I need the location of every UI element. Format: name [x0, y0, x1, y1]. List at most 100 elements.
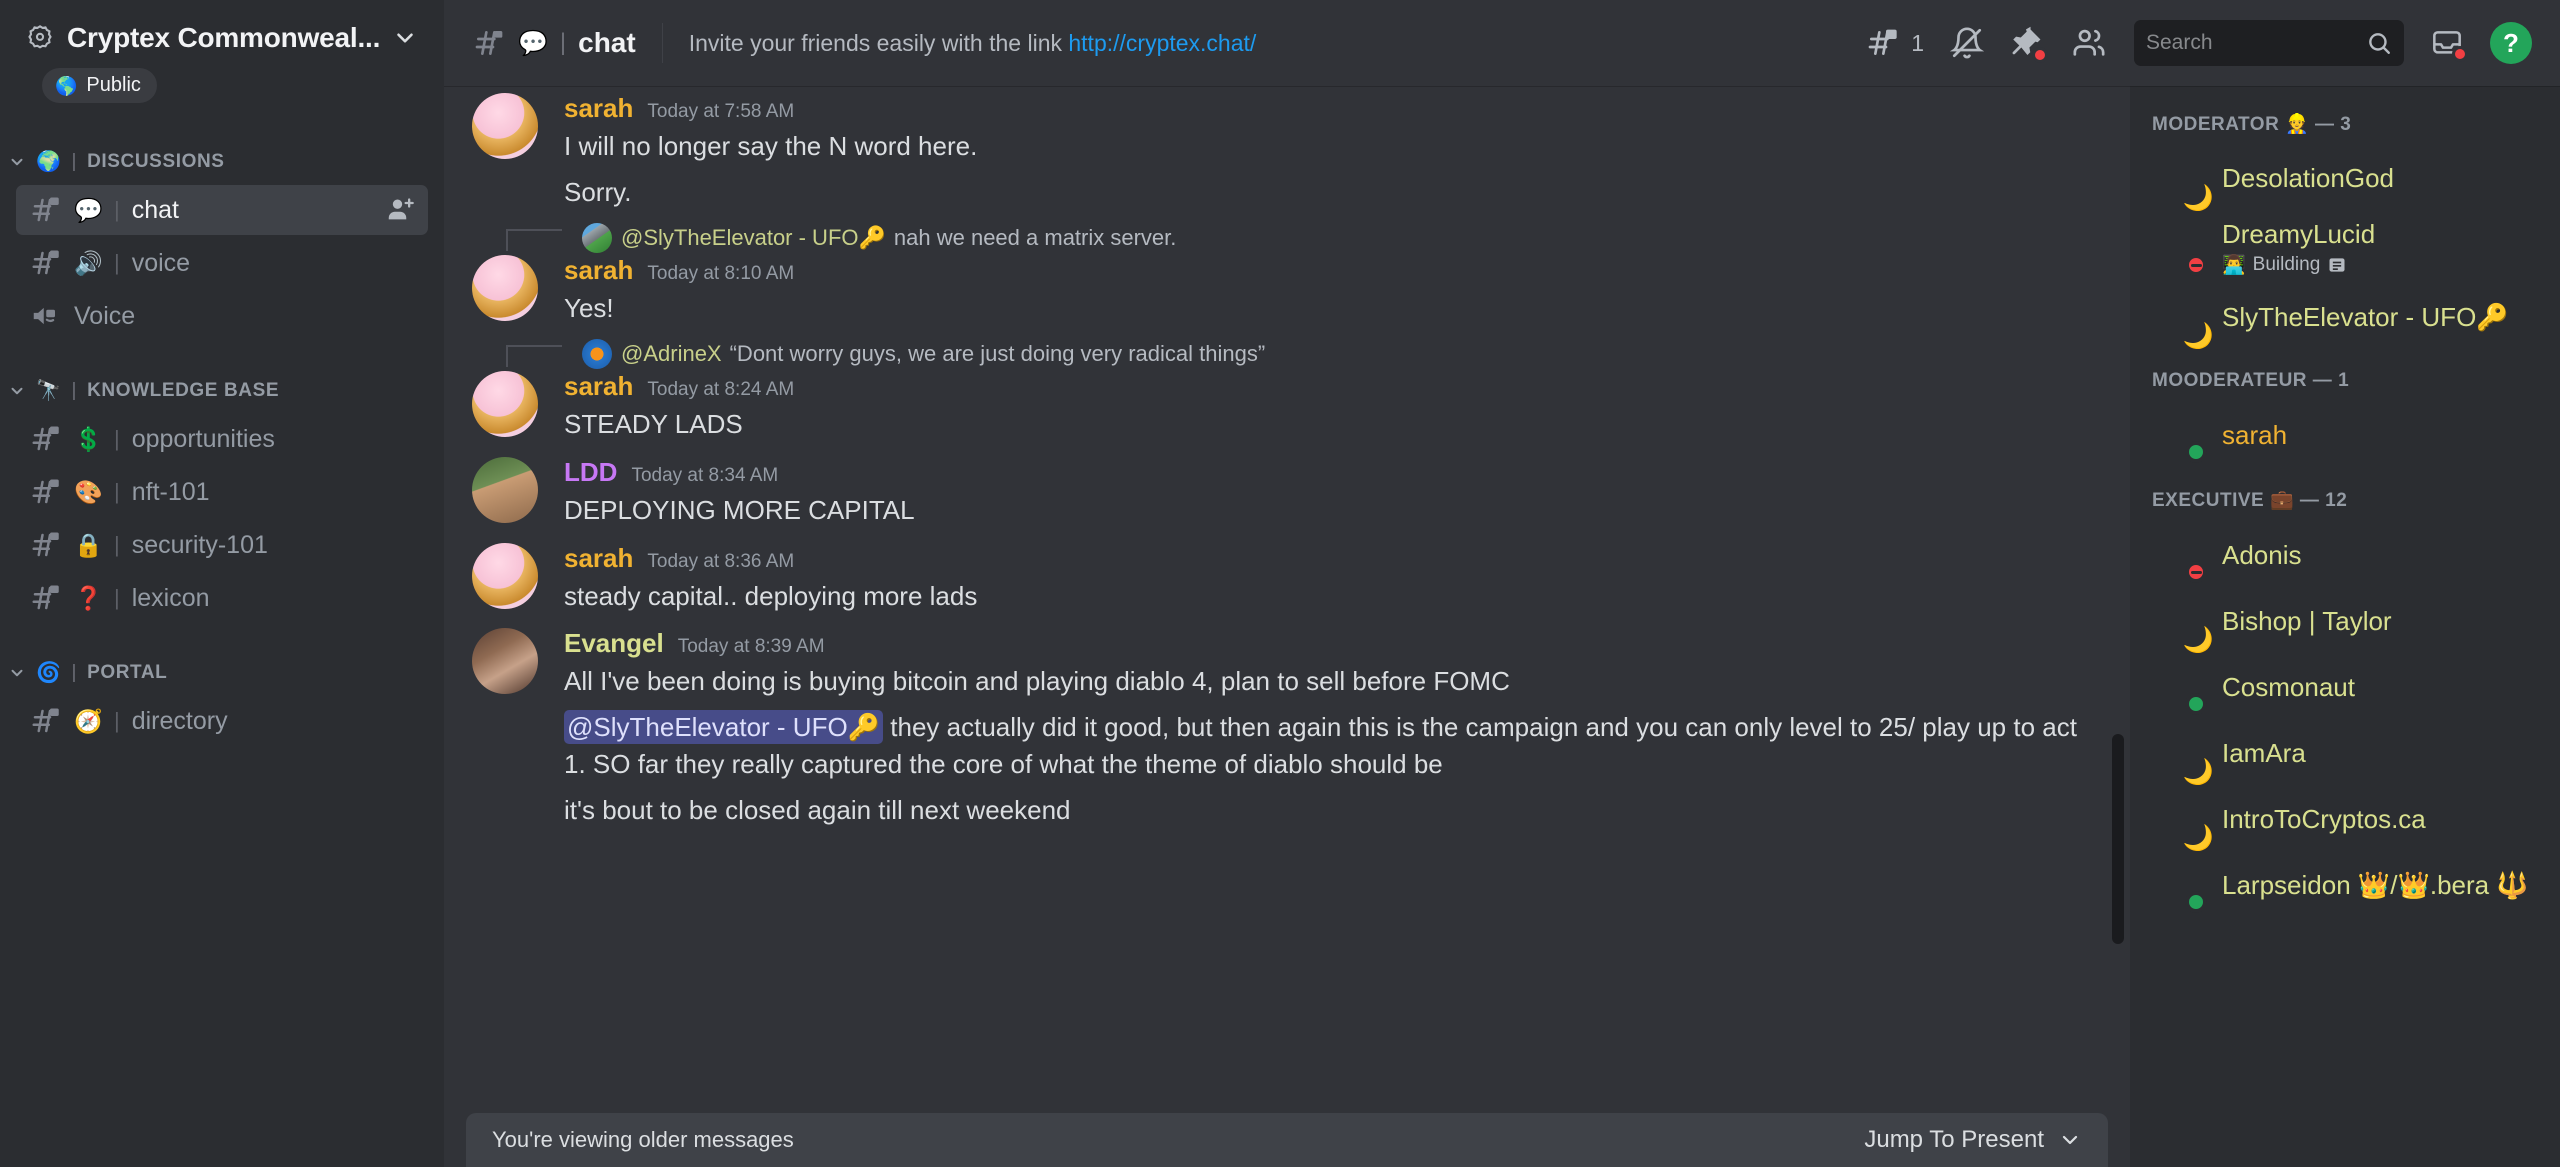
member-row[interactable]: Larpseidon 👑/👑.bera 🔱 [2130, 852, 2560, 918]
message-author[interactable]: Evangel [564, 628, 664, 659]
category-emoji: 🌀 [36, 662, 62, 684]
member-avatar-wrap: 🌙 [2152, 595, 2213, 652]
channel-label: Voice [74, 301, 136, 330]
avatar[interactable] [472, 93, 538, 159]
message-text: All I've been doing is buying bitcoin an… [564, 663, 2090, 700]
message-author[interactable]: sarah [564, 371, 633, 402]
message-scrollbar[interactable] [2112, 94, 2124, 1159]
category-header-portal[interactable]: 🌀 | PORTAL [0, 652, 444, 693]
member-avatar-wrap: 🌙 [2152, 291, 2213, 348]
inbox-icon[interactable] [2430, 27, 2468, 62]
avatar[interactable] [472, 542, 538, 609]
reply-preview: nah we need a matrix server. [893, 224, 1177, 250]
older-messages-notice: You're viewing older messages [492, 1127, 794, 1152]
mention-chip[interactable]: @SlyTheElevator - UFO🔑 [564, 710, 884, 745]
sidebar-channel-directory[interactable]: 🧭 | directory [16, 696, 428, 746]
search-box[interactable] [2134, 20, 2404, 66]
member-name: Adonis [2222, 539, 2302, 570]
member-info: DreamyLucid 👨‍💻 Building [2222, 219, 2375, 277]
reply-author[interactable]: @AdrineX [621, 341, 722, 367]
message-group: LDD Today at 8:34 AM DEPLOYING MORE CAPITA… [444, 450, 2130, 536]
message-text: I will no longer say the N word here. [564, 131, 978, 161]
member-avatar-wrap [2152, 859, 2207, 914]
jump-to-present-button[interactable]: Jump To Present [1864, 1126, 2082, 1154]
member-row[interactable]: 🌙 Bishop | Taylor [2130, 588, 2560, 654]
avatar[interactable] [472, 456, 538, 523]
avatar[interactable] [472, 370, 538, 437]
message-header: LDD Today at 8:34 AM [564, 457, 2090, 488]
help-icon[interactable]: ? [2490, 22, 2532, 64]
reply-author[interactable]: @SlyTheElevator - UFO🔑 [621, 225, 886, 251]
chevron-down-icon[interactable] [392, 25, 418, 51]
doc-icon [2327, 255, 2347, 275]
category-header-discussions[interactable]: 🌍 | DISCUSSIONS [0, 141, 444, 182]
chevron-down-icon[interactable] [8, 664, 26, 682]
sidebar-channel-nft-101[interactable]: 🎨 | nft-101 [16, 467, 428, 517]
member-name: IntroToCryptos.ca [2222, 803, 2426, 834]
avatar[interactable] [472, 628, 538, 695]
search-input[interactable] [2146, 31, 2358, 55]
sidebar-channel-security-101[interactable]: 🔒 | security-101 [16, 520, 428, 570]
member-row[interactable]: Adonis [2130, 522, 2560, 588]
hash-lock-icon [28, 195, 62, 225]
member-row[interactable]: sarah [2130, 402, 2560, 468]
chevron-down-icon[interactable] [8, 153, 26, 171]
member-info: Adonis [2222, 540, 2302, 571]
sidebar-channel-lexicon[interactable]: ❓ | lexicon [16, 573, 428, 623]
channel-label: security-101 [131, 530, 268, 559]
channel-sidebar: Cryptex Commonweal... 🌎 Public 🌍 | DISCUSS… [0, 0, 444, 1167]
message-timestamp: Today at 8:36 AM [647, 550, 795, 572]
sidebar-channel-voice[interactable]: 🔊 | voice [16, 238, 428, 288]
sidebar-channel-opportunities[interactable]: 💲 | opportunities [16, 414, 428, 464]
member-row[interactable]: 🌙 IntroToCryptos.ca [2130, 786, 2560, 852]
member-info: sarah [2222, 420, 2287, 451]
message-author[interactable]: sarah [564, 93, 633, 124]
reply-reference[interactable]: @SlyTheElevator - UFO🔑 nah we need a matr… [444, 221, 2130, 253]
topic-link[interactable]: http://cryptex.chat/ [1068, 30, 1256, 56]
category-separator: | [71, 150, 78, 172]
server-title-row[interactable]: Cryptex Commonweal... [26, 22, 418, 54]
scrollbar-thumb[interactable] [2112, 734, 2124, 944]
members-icon[interactable] [2070, 26, 2108, 60]
hash-lock-icon [28, 248, 62, 278]
member-row[interactable]: 🌙 SlyTheElevator - UFO🔑 [2130, 284, 2560, 350]
category-gap [0, 344, 444, 370]
reply-preview: “Dont worry guys, we are just doing very… [729, 340, 1266, 366]
category-header-knowledge-base[interactable]: 🔭 | KNOWLEDGE BASE [0, 370, 444, 411]
channel-label: lexicon [131, 583, 210, 612]
server-header[interactable]: Cryptex Commonweal... 🌎 Public [0, 0, 444, 103]
member-info: Bishop | Taylor [2222, 606, 2392, 637]
jump-to-present-bar[interactable]: You're viewing older messages Jump To Pr… [466, 1113, 2108, 1167]
message-author[interactable]: sarah [564, 543, 633, 574]
message-author[interactable]: LDD [564, 457, 617, 488]
member-row[interactable]: 🌙 DesolationGod [2130, 146, 2560, 212]
invite-member-icon[interactable] [386, 196, 416, 224]
category-separator: | [71, 379, 78, 401]
channel-emoji: 🧭 [74, 707, 103, 734]
member-row[interactable]: 🌙 IamAra [2130, 720, 2560, 786]
message-timestamp: Today at 8:39 AM [677, 636, 825, 658]
chevron-down-icon[interactable] [2058, 1128, 2082, 1152]
privacy-label: Public [86, 74, 141, 96]
member-row[interactable]: Cosmonaut [2130, 654, 2560, 720]
threads-icon[interactable] [1865, 27, 1899, 59]
pin-icon[interactable] [2010, 26, 2048, 63]
status-idle-icon: 🌙 [2182, 321, 2214, 350]
member-row[interactable]: DreamyLucid 👨‍💻 Building [2130, 212, 2560, 284]
chevron-down-icon[interactable] [8, 382, 26, 400]
member-info: DesolationGod [2222, 163, 2394, 194]
avatar[interactable] [472, 254, 538, 321]
message-header: sarah Today at 8:10 AM [564, 255, 2090, 286]
sidebar-channel-chat[interactable]: 💬 | chat [16, 185, 428, 235]
notification-off-icon[interactable] [1950, 26, 1984, 60]
message-body: sarah Today at 8:10 AM Yes! [564, 255, 2090, 327]
reply-reference[interactable]: @AdrineX “Dont worry guys, we are just do… [444, 337, 2130, 369]
channel-list: 🌍 | DISCUSSIONS 💬 | chat 🔊 | voice Voice 🔭 | KNOWLED… [0, 141, 444, 746]
member-info: IntroToCryptos.ca [2222, 804, 2426, 835]
channel-separator: | [114, 197, 120, 222]
sidebar-channel-voice[interactable]: Voice [16, 291, 428, 341]
message-author[interactable]: sarah [564, 255, 633, 286]
message-text: STEADY LADS [564, 408, 743, 439]
channel-separator: | [114, 708, 120, 733]
search-icon[interactable] [2366, 30, 2392, 56]
